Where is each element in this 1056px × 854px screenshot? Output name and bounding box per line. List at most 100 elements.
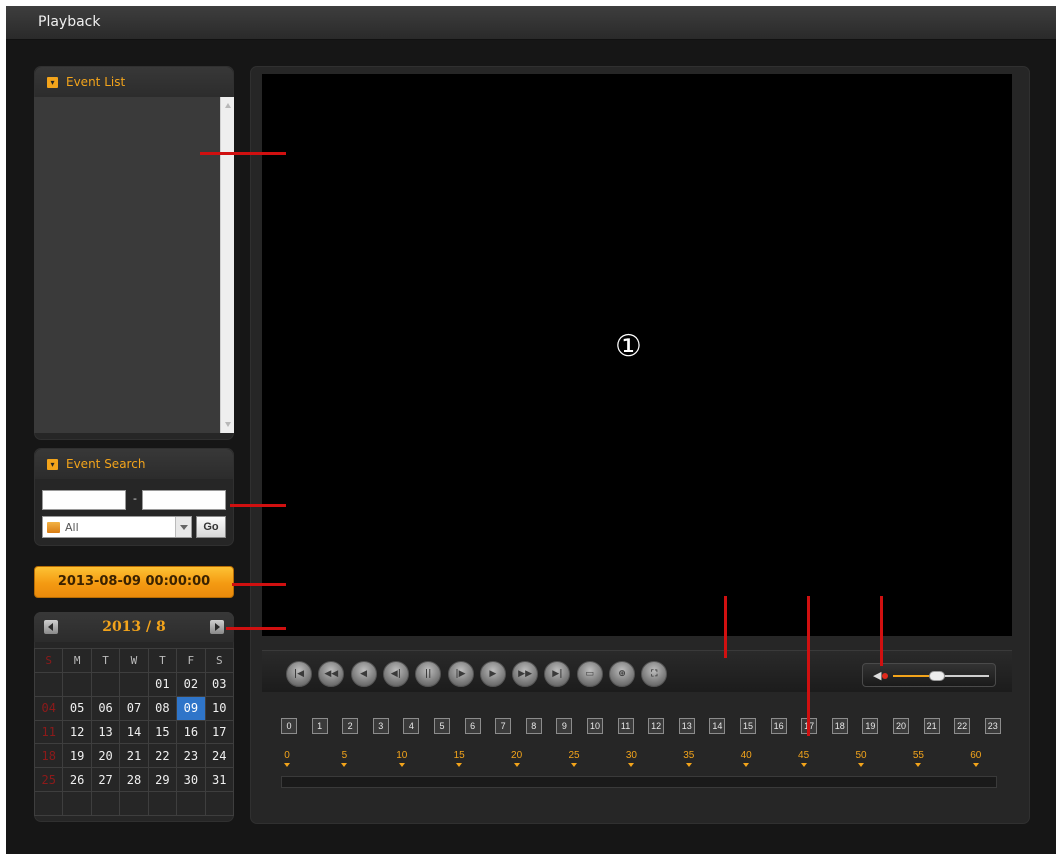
hour-button[interactable]: 3 — [372, 718, 389, 734]
hour-button[interactable]: 10 — [587, 718, 603, 734]
speaker-icon[interactable]: ◀ — [873, 669, 881, 682]
calendar-day[interactable]: 19 — [62, 743, 92, 769]
event-type-select[interactable]: All — [42, 516, 192, 538]
calendar-day[interactable]: 14 — [119, 719, 149, 745]
pause-button[interactable]: || — [415, 661, 442, 687]
scroll-up-arrow-icon[interactable] — [225, 103, 231, 108]
event-search-header[interactable]: ▾ Event Search — [35, 449, 233, 479]
hour-button[interactable]: 20 — [893, 718, 909, 734]
calendar-day[interactable]: 21 — [119, 743, 149, 769]
hour-button[interactable]: 11 — [617, 718, 634, 734]
minute-tick-icon[interactable] — [628, 763, 635, 767]
calendar-day[interactable]: 20 — [90, 743, 121, 769]
calendar-day[interactable]: 25 — [33, 767, 64, 793]
calendar-day[interactable]: 11 — [33, 719, 64, 745]
hour-button[interactable]: 18 — [831, 718, 848, 734]
hour-button[interactable]: 9 — [556, 718, 573, 734]
minute-tick-icon[interactable] — [915, 763, 922, 767]
save-button[interactable]: ▭ — [576, 661, 603, 687]
rewind-button[interactable]: ◀◀ — [318, 661, 345, 687]
step-back-button[interactable]: ◀| — [382, 661, 409, 687]
calendar-day[interactable]: 08 — [147, 695, 178, 721]
calendar-day[interactable]: 09 — [176, 695, 206, 721]
hour-button[interactable]: 7 — [495, 718, 512, 734]
collapse-chevron-icon[interactable]: ▾ — [47, 77, 58, 88]
hour-button[interactable]: 15 — [740, 718, 756, 734]
zoom-button[interactable]: ⊕ — [609, 661, 635, 687]
minute-tick-icon[interactable] — [800, 763, 807, 767]
minute-tick-icon[interactable] — [456, 763, 463, 767]
hour-button[interactable]: 14 — [709, 718, 726, 734]
calendar-day[interactable]: 17 — [204, 719, 235, 745]
hour-button[interactable]: 1 — [311, 718, 328, 734]
volume-slider-thumb[interactable] — [929, 671, 945, 681]
fast-forward-button[interactable]: ▶▶ — [512, 661, 539, 687]
timeline-bar[interactable] — [281, 776, 997, 788]
fullscreen-button[interactable]: ⛶ — [641, 661, 668, 687]
minute-tick-icon[interactable] — [513, 763, 520, 767]
scroll-down-arrow-icon[interactable] — [225, 422, 231, 427]
minute-tick-icon[interactable] — [972, 763, 979, 767]
hour-button[interactable]: 6 — [464, 718, 481, 734]
calendar-day[interactable]: 02 — [176, 671, 206, 697]
video-display[interactable]: ① — [262, 74, 1012, 636]
minute-tick-icon[interactable] — [685, 763, 692, 767]
calendar-day[interactable]: 06 — [90, 695, 121, 721]
calendar-day[interactable]: 13 — [90, 719, 121, 745]
calendar-day[interactable]: 30 — [176, 767, 206, 793]
hour-button[interactable]: 22 — [954, 718, 971, 734]
minute-tick-icon[interactable] — [341, 763, 348, 767]
play-button[interactable]: ▶ — [479, 661, 506, 687]
minute-tick-icon[interactable] — [284, 763, 290, 767]
hour-button[interactable]: 21 — [923, 718, 940, 734]
minute-tick-icon[interactable] — [398, 763, 405, 767]
calendar-day[interactable]: 07 — [119, 695, 149, 721]
event-list-scrollbar[interactable] — [220, 97, 234, 433]
calendar-day[interactable]: 23 — [176, 743, 206, 769]
go-button[interactable]: Go — [196, 516, 226, 538]
calendar-day[interactable]: 10 — [204, 695, 235, 721]
hour-button[interactable]: 16 — [770, 718, 787, 734]
event-list-header[interactable]: ▾ Event List — [35, 67, 233, 97]
search-start-input[interactable] — [42, 490, 126, 510]
calendar-day[interactable]: 04 — [33, 695, 64, 721]
calendar-day[interactable]: 01 — [147, 671, 178, 697]
calendar-day[interactable]: 22 — [147, 743, 178, 769]
collapse-chevron-icon[interactable]: ▾ — [47, 459, 58, 470]
calendar-day[interactable]: 05 — [62, 695, 92, 721]
calendar-day[interactable]: 29 — [147, 767, 178, 793]
calendar-day[interactable]: 18 — [33, 743, 64, 769]
hour-button[interactable]: 23 — [984, 718, 1001, 734]
calendar-day[interactable]: 31 — [204, 767, 235, 793]
calendar-day[interactable]: 24 — [204, 743, 235, 769]
minute-tick-icon[interactable] — [858, 763, 864, 767]
first-frame-button[interactable]: |◀ — [286, 661, 312, 687]
step-back-icon: ◀| — [390, 669, 401, 679]
hour-button[interactable]: 19 — [862, 718, 879, 734]
next-month-icon[interactable] — [210, 620, 224, 634]
minute-tick-icon[interactable] — [743, 763, 750, 767]
calendar-day[interactable]: 27 — [90, 767, 121, 793]
calendar-day[interactable]: 26 — [62, 767, 92, 793]
minute-tick-icon[interactable] — [571, 763, 577, 767]
hour-button[interactable]: 2 — [342, 718, 359, 734]
volume-control[interactable]: ◀ — [862, 663, 996, 687]
hour-button[interactable]: 5 — [434, 718, 450, 734]
hour-button[interactable]: 8 — [525, 718, 542, 734]
dropdown-arrow-icon[interactable] — [175, 517, 191, 537]
last-frame-button[interactable]: ▶| — [544, 661, 571, 687]
hour-button[interactable]: 12 — [648, 718, 665, 734]
step-forward-button[interactable]: |▶ — [447, 661, 474, 687]
hour-button[interactable]: 0 — [281, 718, 297, 734]
hour-button[interactable]: 13 — [678, 718, 695, 734]
calendar-day[interactable]: 28 — [119, 767, 149, 793]
calendar-day[interactable]: 03 — [204, 671, 235, 697]
reverse-play-button[interactable]: ◀ — [350, 661, 377, 687]
search-end-input[interactable] — [142, 490, 226, 510]
hour-button[interactable]: 4 — [403, 718, 420, 734]
calendar-day[interactable]: 12 — [62, 719, 92, 745]
calendar-day[interactable]: 16 — [176, 719, 206, 745]
current-datetime-button[interactable]: 2013-08-09 00:00:00 — [34, 566, 234, 598]
calendar-day[interactable]: 15 — [147, 719, 178, 745]
event-list-area[interactable] — [34, 97, 234, 433]
